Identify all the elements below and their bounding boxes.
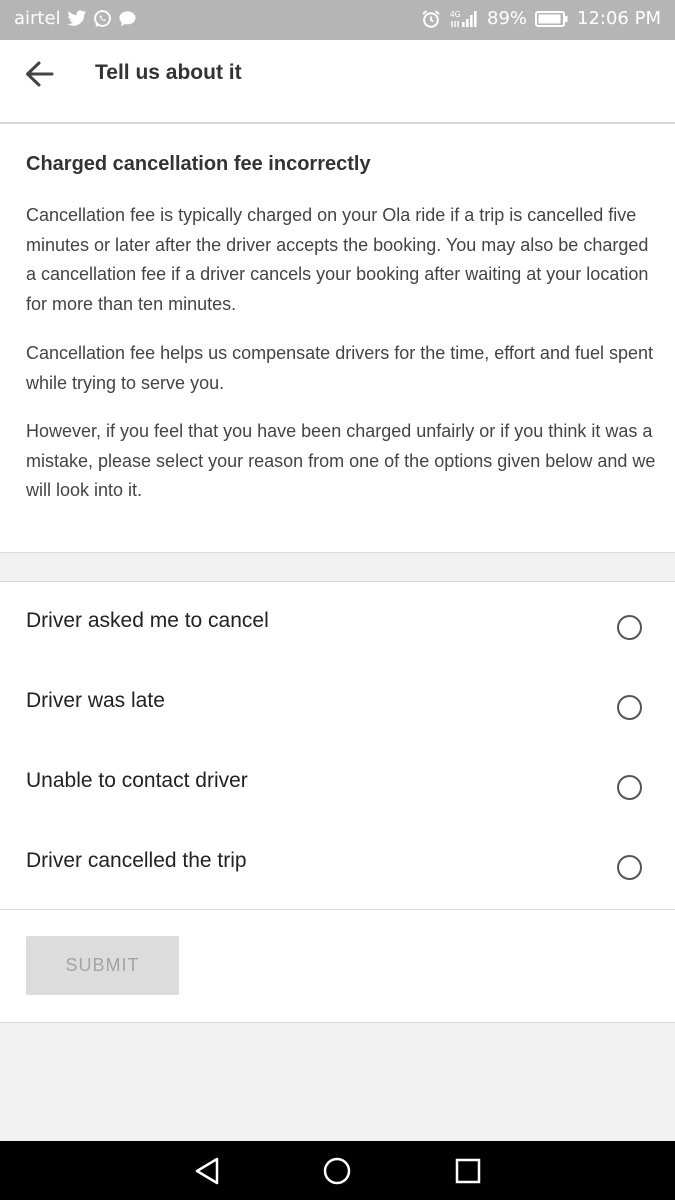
option-label: Driver asked me to cancel <box>26 609 269 632</box>
battery-icon <box>535 10 569 27</box>
chat-bubble-icon <box>118 10 137 28</box>
option-label: Driver cancelled the trip <box>26 849 247 872</box>
status-bar: airtel 4G 89% 12:06 PM <box>0 0 675 40</box>
radio-button[interactable] <box>617 615 642 640</box>
option-unable-contact-driver[interactable]: Unable to contact driver <box>0 742 675 822</box>
info-card: Charged cancellation fee incorrectly Can… <box>0 124 675 553</box>
issue-heading: Charged cancellation fee incorrectly <box>26 153 371 175</box>
radio-button[interactable] <box>617 775 642 800</box>
option-label: Unable to contact driver <box>26 769 248 792</box>
home-circle-icon <box>323 1157 351 1185</box>
status-bar-right: 4G 89% 12:06 PM <box>421 8 661 29</box>
battery-percent: 89% <box>487 8 528 29</box>
alarm-icon <box>421 9 441 29</box>
status-bar-left: airtel <box>14 8 137 29</box>
radio-button[interactable] <box>617 855 642 880</box>
nav-home-button[interactable] <box>321 1155 353 1187</box>
back-button[interactable] <box>22 58 58 90</box>
option-driver-late[interactable]: Driver was late <box>0 662 675 742</box>
signal-icon: 4G <box>449 9 479 29</box>
option-driver-asked-cancel[interactable]: Driver asked me to cancel <box>0 582 675 662</box>
option-label: Driver was late <box>26 689 165 712</box>
clock-time: 12:06 PM <box>577 8 661 29</box>
info-paragraph-3: However, if you feel that you have been … <box>26 421 656 500</box>
page-title: Tell us about it <box>95 61 242 84</box>
recents-square-icon <box>455 1158 481 1184</box>
back-triangle-icon <box>195 1157 219 1185</box>
info-paragraph-1: Cancellation fee is typically charged on… <box>26 205 649 314</box>
arrow-left-icon <box>26 61 54 87</box>
nav-recents-button[interactable] <box>452 1155 484 1187</box>
radio-button[interactable] <box>617 695 642 720</box>
system-nav-bar <box>0 1141 675 1200</box>
whatsapp-icon <box>93 9 112 28</box>
nav-back-button[interactable] <box>192 1155 224 1187</box>
app-bar: Tell us about it <box>0 40 675 124</box>
option-driver-cancelled-trip[interactable]: Driver cancelled the trip <box>0 822 675 902</box>
submit-area: SUBMIT <box>0 910 675 1023</box>
reason-options-list: Driver asked me to cancel Driver was lat… <box>0 581 675 910</box>
network-type-label: 4G <box>450 10 461 19</box>
submit-button[interactable]: SUBMIT <box>26 936 179 995</box>
carrier-name: airtel <box>14 8 61 29</box>
twitter-icon <box>66 10 87 27</box>
info-paragraph-2: Cancellation fee helps us compensate dri… <box>26 343 654 393</box>
